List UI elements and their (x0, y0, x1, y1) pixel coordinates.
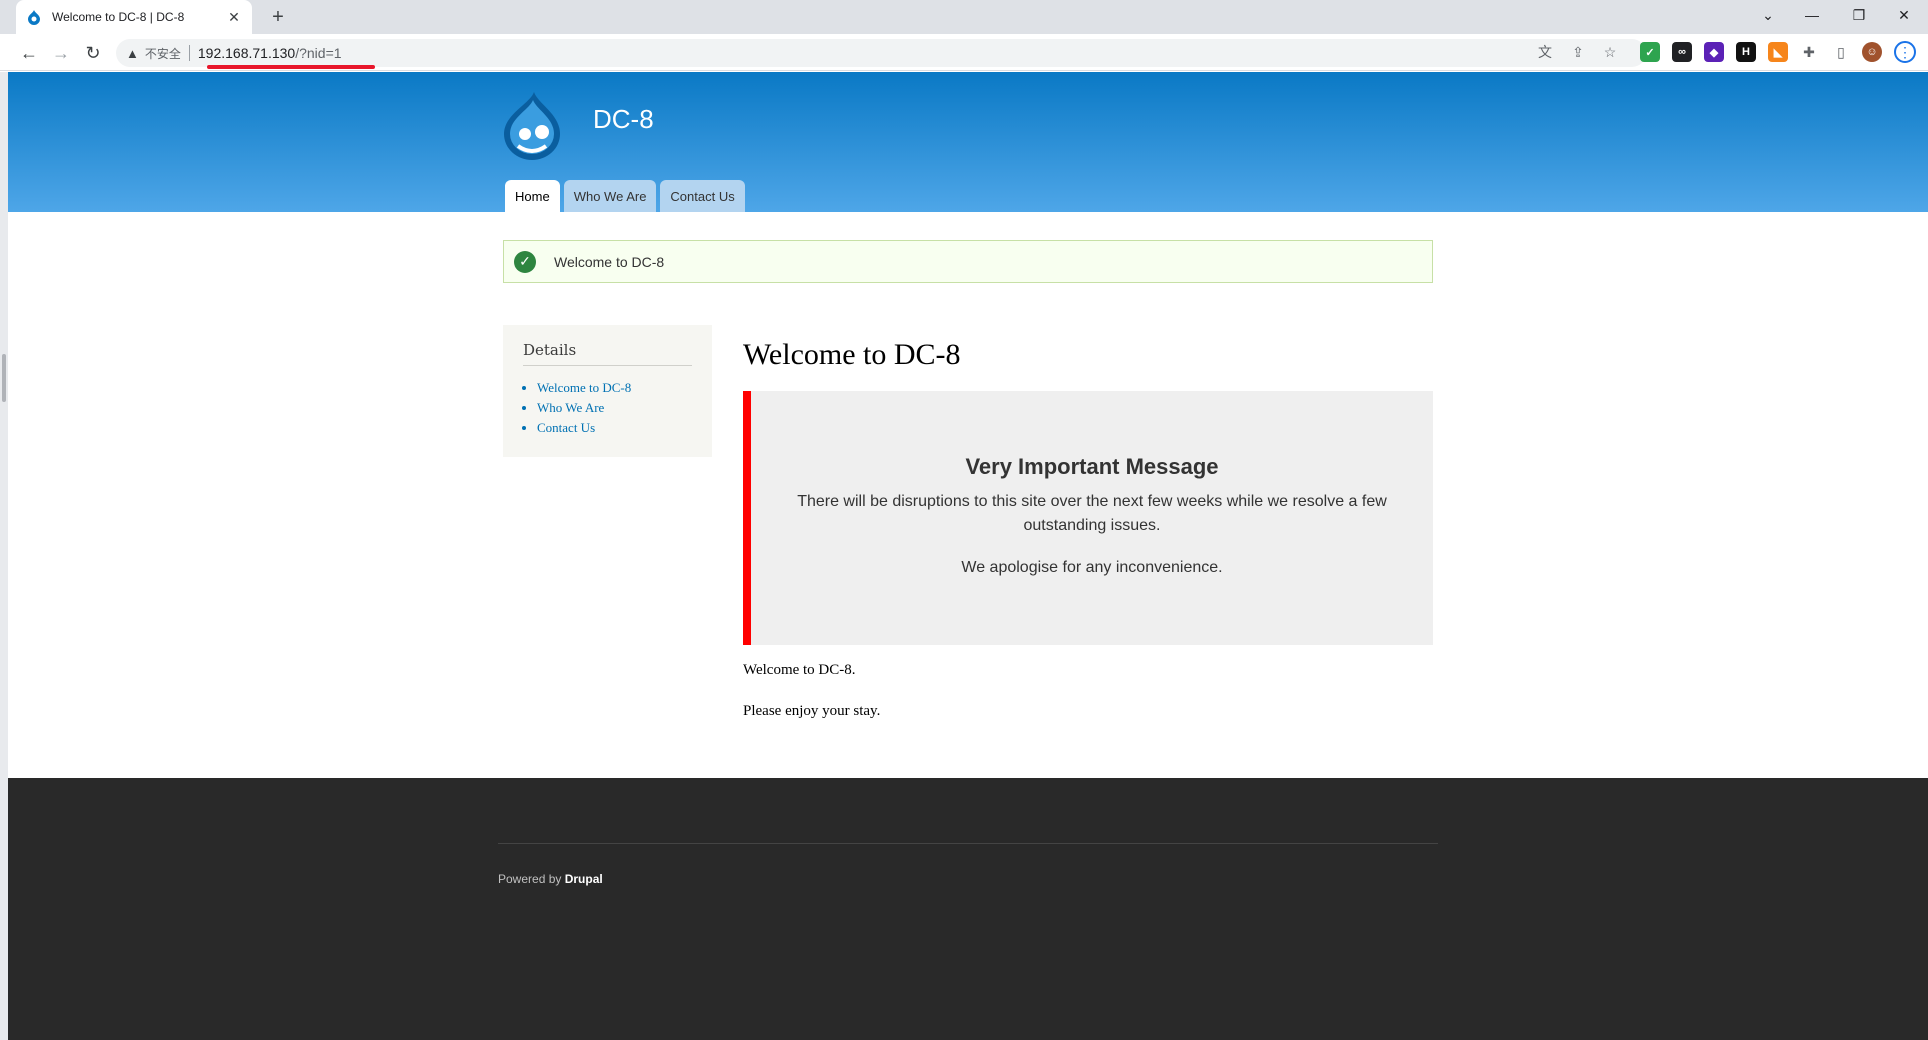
security-label[interactable]: 不安全 (145, 45, 181, 62)
status-message: ✓ Welcome to DC-8 (503, 240, 1433, 283)
tab-title: Welcome to DC-8 | DC-8 (52, 10, 185, 24)
sidebar-item: Contact Us (537, 418, 692, 438)
share-icon[interactable]: ⇪ (1567, 41, 1589, 63)
footer-divider (498, 843, 1438, 844)
status-message-text: Welcome to DC-8 (554, 253, 665, 270)
new-tab-button[interactable]: + (266, 6, 290, 28)
sidebar-link-who-we-are[interactable]: Who We Are (537, 400, 604, 415)
drupal-logo-icon[interactable] (500, 90, 564, 160)
notice-paragraph-1: There will be disruptions to this site o… (797, 493, 1387, 534)
url-text[interactable]: 192.168.71.130/?nid=1 (198, 45, 342, 61)
close-window-button[interactable]: ✕ (1888, 0, 1920, 30)
sidebar-item: Who We Are (537, 398, 692, 418)
main-nav: Home Who We Are Contact Us (505, 180, 745, 212)
notice-title: Very Important Message (965, 454, 1219, 479)
sidebar-link-contact-us[interactable]: Contact Us (537, 420, 595, 435)
main-content: Welcome to DC-8 Very Important Message T… (743, 332, 1433, 719)
metamask-extension-icon[interactable]: ◣ (1768, 42, 1788, 62)
sidebar-link-list: Welcome to DC-8 Who We Are Contact Us (523, 378, 692, 438)
powered-by: Powered by Drupal (498, 872, 603, 886)
body-paragraph-1: Welcome to DC-8. (743, 662, 856, 678)
important-notice: Very Important Message There will be dis… (743, 391, 1433, 645)
sidebar-item: Welcome to DC-8 (537, 378, 692, 398)
warning-icon[interactable]: ▲ (126, 46, 139, 61)
shield-extension-icon[interactable]: ✓ (1640, 42, 1660, 62)
notice-paragraph-2: We apologise for any inconvenience. (961, 559, 1223, 576)
n-extension-icon[interactable]: H (1736, 42, 1756, 62)
site-name[interactable]: DC-8 (593, 104, 654, 135)
body-paragraph-2: Please enjoy your stay. (743, 703, 881, 719)
sidebar-title: Details (523, 341, 692, 366)
minimize-button[interactable]: — (1796, 0, 1828, 30)
powered-by-prefix: Powered by (498, 872, 565, 886)
translate-icon[interactable]: 文 (1534, 41, 1556, 63)
menu-icon[interactable]: ⋮ (1894, 41, 1916, 63)
check-circle-icon: ✓ (514, 250, 536, 273)
drupal-favicon-icon (28, 10, 40, 25)
bookmark-star-icon[interactable]: ☆ (1599, 41, 1621, 63)
sidebar-link-welcome[interactable]: Welcome to DC-8 (537, 380, 631, 395)
restore-button[interactable]: ❐ (1843, 0, 1875, 30)
side-panel-icon[interactable]: ▯ (1830, 41, 1852, 63)
address-separator (188, 45, 190, 61)
browser-tab[interactable]: Welcome to DC-8 | DC-8 ✕ (16, 0, 252, 34)
back-icon[interactable]: ← (16, 40, 42, 66)
drupal-link[interactable]: Drupal (565, 872, 603, 886)
site-header: DC-8 Home Who We Are Contact Us (8, 72, 1928, 212)
page: DC-8 Home Who We Are Contact Us ✓ Welcom… (8, 72, 1928, 1040)
glasses-extension-icon[interactable]: ∞ (1672, 42, 1692, 62)
nav-tab-who-we-are[interactable]: Who We Are (563, 180, 657, 212)
panel-scroll-thumb[interactable] (2, 354, 6, 402)
left-panel-edge (0, 72, 8, 1040)
nav-tab-contact-us[interactable]: Contact Us (660, 180, 745, 212)
address-bar[interactable]: ▲ 不安全 192.168.71.130/?nid=1 (116, 39, 1646, 67)
page-title: Welcome to DC-8 (743, 338, 961, 371)
tab-search-icon[interactable]: ⌄ (1752, 0, 1784, 30)
forward-icon[interactable]: → (48, 40, 74, 66)
extensions-icon[interactable]: ✚ (1798, 41, 1820, 63)
url-path: /?nid=1 (295, 45, 342, 61)
url-host: 192.168.71.130 (197, 45, 296, 61)
profile-avatar[interactable]: ☺ (1862, 42, 1882, 62)
nav-tab-home[interactable]: Home (505, 180, 560, 212)
sidebar-details: Details Welcome to DC-8 Who We Are Conta… (503, 325, 712, 457)
browser-tab-bar: Welcome to DC-8 | DC-8 ✕ + ⌄ — ❐ ✕ (0, 0, 1928, 34)
tab-close-icon[interactable]: ✕ (226, 9, 242, 26)
site-footer: Powered by Drupal (8, 778, 1928, 1040)
puzzle-badge-extension-icon[interactable]: ◆ (1704, 42, 1724, 62)
reload-icon[interactable]: ↻ (80, 40, 106, 66)
url-annotation-underline (207, 65, 375, 69)
